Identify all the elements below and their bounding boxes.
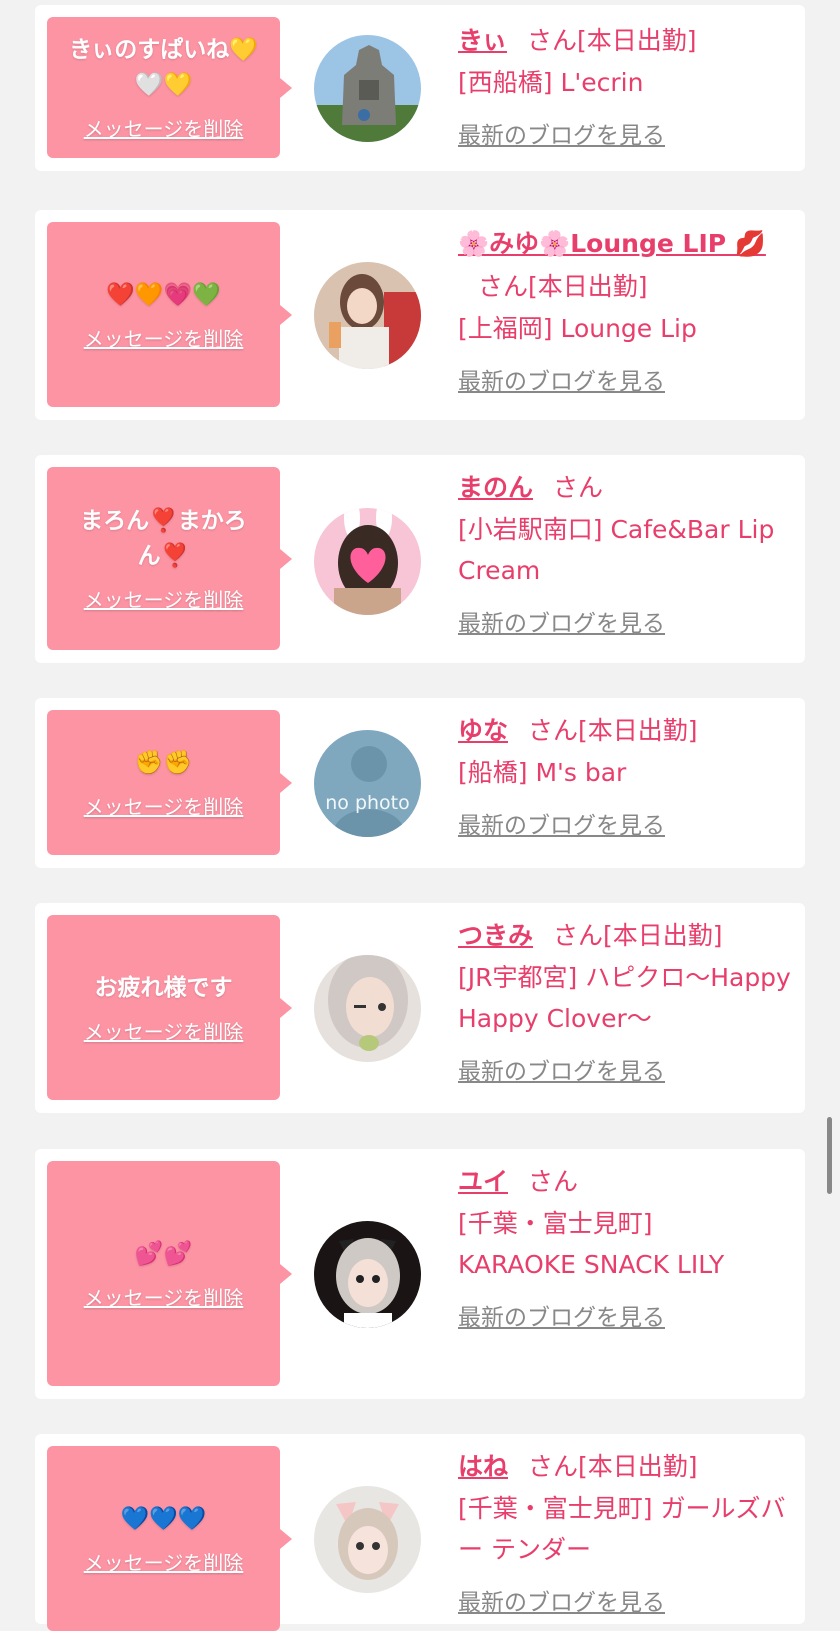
delete-message-link[interactable]: メッセージを削除 [84, 323, 244, 352]
cast-name-link[interactable]: 🌸みゆ🌸Lounge LIP 💋 [458, 229, 766, 258]
shop-info: [千葉・富士見町] KARAOKE SNACK LILY [458, 1209, 725, 1279]
cast-info: ユイ さん [千葉・富士見町] KARAOKE SNACK LILY 最新のブログ… [458, 1161, 758, 1332]
delete-message-link[interactable]: メッセージを削除 [84, 584, 244, 613]
cast-name-link[interactable]: ユイ [458, 1167, 508, 1196]
delete-message-link[interactable]: メッセージを削除 [84, 1282, 244, 1311]
cast-name-link[interactable]: ゆな [458, 716, 508, 745]
cast-name-link[interactable]: きぃ [458, 26, 507, 55]
message-card: ❤️🧡💗💚 メッセージを削除 🌸みゆ🌸Lounge LIP 💋 さん[本日出勤] … [35, 210, 805, 420]
shop-info: [JR宇都宮] ハピクロ〜Happy Happy Clover〜 [458, 963, 791, 1033]
honorific: さん [528, 716, 579, 745]
status-badge: [本日出勤] [578, 1452, 698, 1481]
message-bubble: 💕💕 メッセージを削除 [47, 1161, 292, 1386]
cast-info: ゆな さん[本日出勤] [船橋] M's bar 最新のブログを見る [458, 710, 798, 840]
cast-info: 🌸みゆ🌸Lounge LIP 💋 さん[本日出勤] [上福岡] Lounge Li… [458, 222, 798, 396]
delete-message-link[interactable]: メッセージを削除 [84, 1016, 244, 1045]
message-bubble: 💙💙💙 メッセージを削除 [47, 1446, 292, 1631]
message-bubble: きぃのすぱいね💛🤍💛 メッセージを削除 [47, 17, 292, 158]
message-card: きぃのすぱいね💛🤍💛 メッセージを削除 きぃ さん[本日出勤] [西船橋] L'e… [35, 5, 805, 171]
latest-blog-link[interactable]: 最新のブログを見る [458, 806, 665, 840]
latest-blog-link[interactable]: 最新のブログを見る [458, 362, 665, 396]
message-bubble: ✊✊ メッセージを削除 [47, 710, 292, 855]
latest-blog-link[interactable]: 最新のブログを見る [458, 1298, 665, 1332]
latest-blog-link[interactable]: 最新のブログを見る [458, 1052, 665, 1086]
message-text: ❤️🧡💗💚 [106, 281, 221, 308]
message-card: お疲れ様です メッセージを削除 つきみ さん[本日出勤] [JR宇都宮] ハピクロ… [35, 903, 805, 1113]
avatar[interactable] [314, 955, 421, 1062]
message-bubble: まろん❣️まかろん❣️ メッセージを削除 [47, 467, 292, 650]
scrollbar[interactable] [827, 1117, 832, 1194]
message-text: 💕💕 [134, 1240, 193, 1267]
avatar[interactable]: no photo [314, 730, 421, 837]
avatar[interactable] [314, 35, 421, 142]
message-text: きぃのすぱいね💛🤍💛 [69, 37, 258, 98]
honorific: さん [478, 272, 529, 301]
avatar[interactable] [314, 1486, 421, 1593]
latest-blog-link[interactable]: 最新のブログを見る [458, 1583, 665, 1617]
cast-name-link[interactable]: はね [458, 1452, 508, 1481]
message-card: 💕💕 メッセージを削除 ユイ さん [千葉・富士見町] KARAOKE SNACK… [35, 1149, 805, 1399]
delete-message-link[interactable]: メッセージを削除 [84, 1547, 244, 1576]
honorific: さん [553, 921, 604, 950]
cast-name-link[interactable]: まのん [458, 473, 533, 502]
message-text: ✊✊ [134, 749, 193, 776]
cast-info: まのん さん [小岩駅南口] Cafe&Bar Lip Cream 最新のブログを… [458, 467, 798, 638]
cast-name-link[interactable]: つきみ [458, 921, 533, 950]
honorific: さん [528, 1452, 579, 1481]
status-badge: [本日出勤] [603, 921, 723, 950]
latest-blog-link[interactable]: 最新のブログを見る [458, 116, 665, 150]
message-bubble: お疲れ様です メッセージを削除 [47, 915, 292, 1100]
avatar[interactable] [314, 508, 421, 615]
message-text: まろん❣️まかろん❣️ [80, 508, 247, 569]
cast-info: つきみ さん[本日出勤] [JR宇都宮] ハピクロ〜Happy Happy Clo… [458, 915, 798, 1086]
message-card: ✊✊ メッセージを削除 no photo ゆな さん[本日出勤] [船橋] M's… [35, 698, 805, 868]
message-text: お疲れ様です [94, 974, 233, 1001]
status-badge: [本日出勤] [578, 716, 698, 745]
cast-info: きぃ さん[本日出勤] [西船橋] L'ecrin 最新のブログを見る [458, 20, 798, 150]
delete-message-link[interactable]: メッセージを削除 [84, 791, 244, 820]
status-badge: [本日出勤] [577, 26, 697, 55]
shop-info: [上福岡] Lounge Lip [458, 314, 697, 343]
shop-info: [西船橋] L'ecrin [458, 68, 644, 97]
status-badge: [本日出勤] [528, 272, 648, 301]
shop-info: [千葉・富士見町] ガールズバー テンダー [458, 1494, 786, 1564]
message-card: まろん❣️まかろん❣️ メッセージを削除 まのん さん [小岩駅南口] Cafe&… [35, 455, 805, 663]
delete-message-link[interactable]: メッセージを削除 [84, 113, 244, 142]
shop-info: [船橋] M's bar [458, 758, 627, 787]
message-bubble: ❤️🧡💗💚 メッセージを削除 [47, 222, 292, 407]
avatar[interactable] [314, 1221, 421, 1328]
message-text: 💙💙💙 [120, 1505, 207, 1532]
shop-info: [小岩駅南口] Cafe&Bar Lip Cream [458, 515, 775, 585]
honorific: さん [553, 473, 604, 502]
message-card: 💙💙💙 メッセージを削除 はね さん[本日出勤] [千葉・富士見町] ガールズバー… [35, 1434, 805, 1631]
latest-blog-link[interactable]: 最新のブログを見る [458, 604, 665, 638]
cast-info: はね さん[本日出勤] [千葉・富士見町] ガールズバー テンダー 最新のブログを… [458, 1446, 798, 1617]
honorific: さん [527, 26, 578, 55]
avatar[interactable] [314, 262, 421, 369]
honorific: さん [528, 1167, 579, 1196]
avatar-placeholder-text: no photo [325, 792, 410, 814]
